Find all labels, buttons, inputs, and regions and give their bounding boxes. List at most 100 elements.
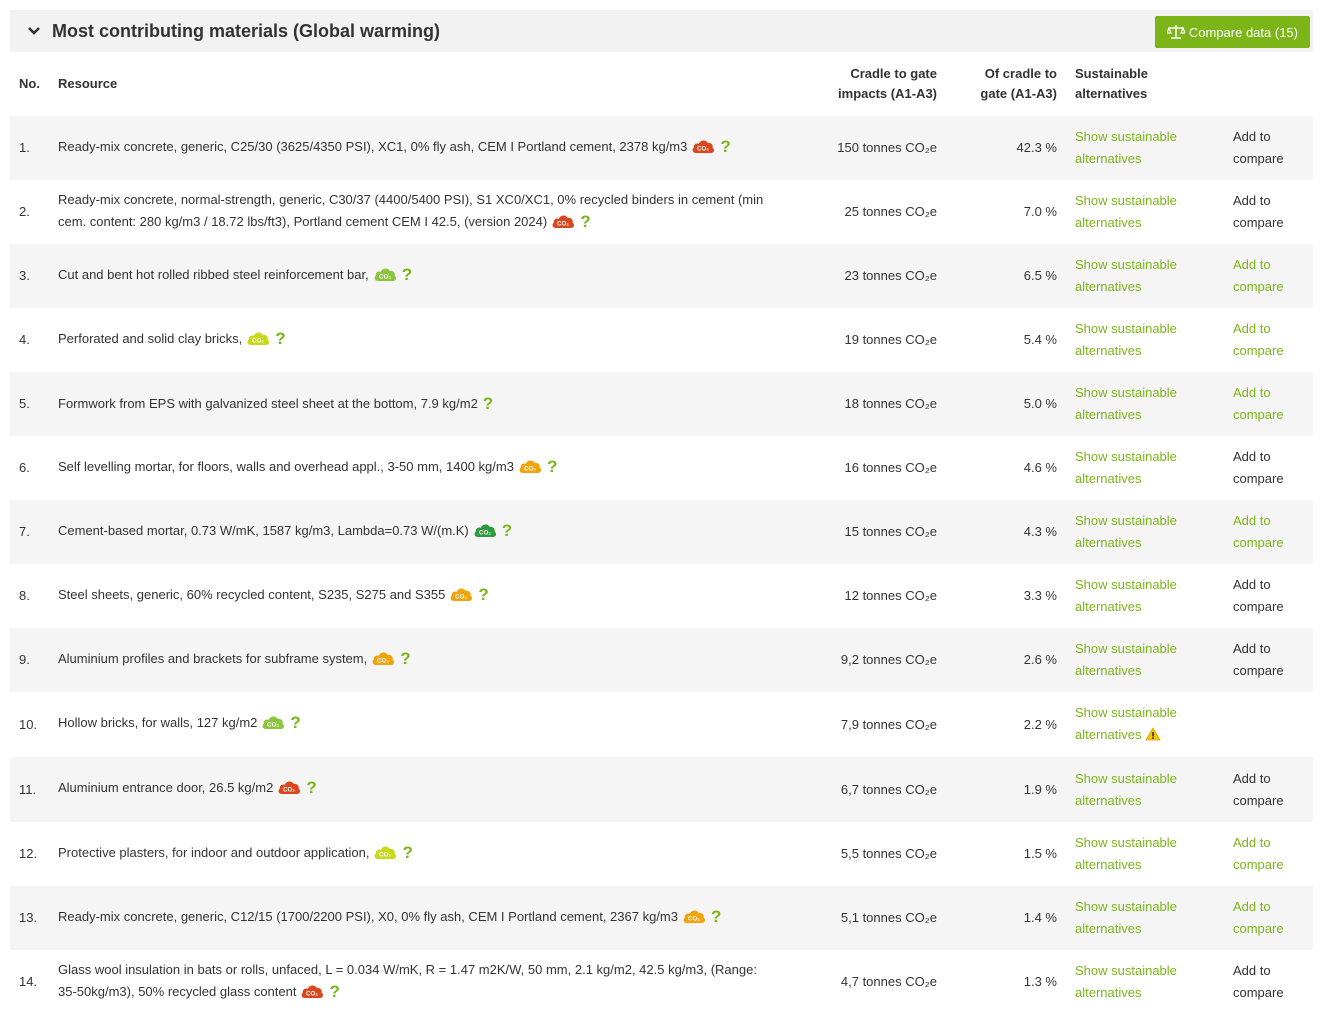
sustainable-alternatives-cell: Show sustainable alternatives [1075,116,1233,180]
show-sustainable-alternatives-link[interactable]: Show sustainable alternatives [1075,190,1205,234]
resource-name[interactable]: Protective plasters, for indoor and outd… [58,845,369,860]
add-to-compare-link[interactable]: Add to compare [1233,129,1284,166]
show-sustainable-alternatives-link[interactable]: Show sustainable alternatives [1075,254,1205,298]
percentage-cell: 5.0 % [937,372,1057,436]
show-sustainable-alternatives-link[interactable]: Show sustainable alternatives [1075,702,1205,748]
resource-name[interactable]: Ready-mix concrete, normal-strength, gen… [58,192,763,229]
gap-cell [1057,436,1075,500]
sustainable-alternatives-cell: Show sustainable alternatives [1075,564,1233,628]
co2-darkgreen-icon: CO₂ [473,522,497,545]
table-row: 11. Aluminium entrance door, 26.5 kg/m2 CO… [10,757,1313,822]
compare-cell: Add to compare [1233,500,1313,564]
question-mark-icon[interactable]: ? [290,714,300,731]
question-mark-icon[interactable]: ? [478,586,488,603]
impact-cell: 19 tonnes CO₂e [793,308,938,372]
question-mark-icon[interactable]: ? [483,395,493,412]
show-sustainable-alternatives-link[interactable]: Show sustainable alternatives [1075,638,1205,682]
gap-cell [1057,180,1075,244]
add-to-compare-link[interactable]: Add to compare [1233,449,1284,486]
svg-text:CO₂: CO₂ [455,593,467,600]
show-sustainable-alternatives-link[interactable]: Show sustainable alternatives [1075,318,1205,362]
add-to-compare-link[interactable]: Add to compare [1233,321,1284,358]
chevron-down-icon[interactable] [26,23,42,39]
add-to-compare-link[interactable]: Add to compare [1233,577,1284,614]
add-to-compare-link[interactable]: Add to compare [1233,257,1284,294]
show-sustainable-alternatives-link[interactable]: Show sustainable alternatives [1075,832,1205,876]
question-mark-icon[interactable]: ? [720,138,730,155]
percentage-cell: 1.5 % [937,822,1057,886]
panel-header[interactable]: Most contributing materials (Global warm… [10,10,1313,52]
resource-name[interactable]: Cut and bent hot rolled ribbed steel rei… [58,267,369,282]
sustainable-alternatives-cell: Show sustainable alternatives [1075,500,1233,564]
co2-yellow-icon: CO₂ [373,844,397,867]
show-sustainable-alternatives-link[interactable]: Show sustainable alternatives [1075,896,1205,940]
gap-cell [1057,822,1075,886]
resource-name[interactable]: Glass wool insulation in bats or rolls, … [58,962,757,999]
percentage-value: 1.4 % [1023,910,1057,925]
resource-name[interactable]: Hollow bricks, for walls, 127 kg/m2 [58,715,257,730]
question-mark-icon[interactable]: ? [329,983,339,1000]
resource-name[interactable]: Cement-based mortar, 0.73 W/mK, 1587 kg/… [58,523,469,538]
question-mark-icon[interactable]: ? [275,330,285,347]
question-mark-icon[interactable]: ? [402,266,412,283]
add-to-compare-link[interactable]: Add to compare [1233,963,1284,1000]
panel-header-left: Most contributing materials (Global warm… [26,21,440,42]
show-sustainable-alternatives-link[interactable]: Show sustainable alternatives [1075,126,1205,170]
impact-value: 9,2 tonnes CO₂e [840,652,937,667]
percentage-value: 2.6 % [1023,652,1057,667]
impact-cell: 150 tonnes CO₂e [793,116,937,180]
question-mark-icon[interactable]: ? [547,458,557,475]
resource-name[interactable]: Perforated and solid clay bricks, [58,331,242,346]
add-to-compare-link[interactable]: Add to compare [1233,193,1284,230]
question-mark-icon[interactable]: ? [502,522,512,539]
gap-cell [1057,116,1075,180]
show-sustainable-alternatives-link[interactable]: Show sustainable alternatives [1075,574,1205,618]
resource-name[interactable]: Aluminium entrance door, 26.5 kg/m2 [58,780,273,795]
resource-name[interactable]: Ready-mix concrete, generic, C25/30 (362… [58,139,687,154]
add-to-compare-link[interactable]: Add to compare [1233,513,1284,550]
show-sustainable-alternatives-link[interactable]: Show sustainable alternatives [1075,510,1205,554]
resource-name[interactable]: Formwork from EPS with galvanized steel … [58,396,478,411]
resource-name[interactable]: Self levelling mortar, for floors, walls… [58,459,514,474]
resource-cell: Formwork from EPS with galvanized steel … [58,372,793,436]
add-to-compare-link[interactable]: Add to compare [1233,641,1284,678]
percentage-cell: 4.3 % [937,500,1057,564]
resource-name[interactable]: Ready-mix concrete, generic, C12/15 (170… [58,909,678,924]
row-number: 10. [19,716,38,732]
resource-cell: Cement-based mortar, 0.73 W/mK, 1587 kg/… [58,500,793,564]
impact-cell: 6,7 tonnes CO₂e [793,757,937,822]
add-to-compare-link[interactable]: Add to compare [1233,771,1284,808]
show-sustainable-alternatives-link[interactable]: Show sustainable alternatives [1075,768,1205,812]
table-row: 9. Aluminium profiles and brackets for su… [10,628,1313,692]
resource-cell: Cut and bent hot rolled ribbed steel rei… [58,244,793,308]
question-mark-icon[interactable]: ? [580,213,590,230]
add-to-compare-link[interactable]: Add to compare [1233,899,1284,936]
impact-value: 18 tonnes CO₂e [844,396,938,411]
question-mark-icon[interactable]: ? [402,844,412,861]
resource-name[interactable]: Aluminium profiles and brackets for subf… [58,651,367,666]
impact-value: 6,7 tonnes CO₂e [840,781,937,797]
add-to-compare-link[interactable]: Add to compare [1233,385,1284,422]
compare-cell: Add to compare [1233,628,1313,692]
svg-text:CO₂: CO₂ [267,721,279,728]
gap-cell [1057,372,1075,436]
compare-cell-empty [1233,692,1313,757]
impact-value: 7,9 tonnes CO₂e [840,716,937,732]
question-mark-icon[interactable]: ? [400,650,410,667]
table-row: 10. Hollow bricks, for walls, 127 kg/m2 CO… [10,692,1313,757]
compare-cell: Add to compare [1233,757,1313,822]
percentage-value: 6.5 % [1023,268,1057,283]
row-number: 6. [19,460,30,475]
question-mark-icon[interactable]: ? [711,908,721,925]
compare-data-button[interactable]: Compare data (15) [1154,16,1310,48]
sustainable-alternatives-cell: Show sustainable alternatives [1075,757,1233,822]
add-to-compare-link[interactable]: Add to compare [1233,835,1284,872]
show-sustainable-alternatives-link[interactable]: Show sustainable alternatives [1075,446,1205,490]
show-sustainable-alternatives-link[interactable]: Show sustainable alternatives [1075,382,1205,426]
table-row: 1. Ready-mix concrete, generic, C25/30 (3… [10,116,1313,180]
column-header-impacts: Cradle to gate impacts (A1-A3) [838,66,937,101]
resource-name[interactable]: Steel sheets, generic, 60% recycled cont… [58,587,445,602]
compare-cell: Add to compare [1233,436,1313,500]
question-mark-icon[interactable]: ? [306,779,316,796]
show-sustainable-alternatives-link[interactable]: Show sustainable alternatives [1075,960,1205,1004]
